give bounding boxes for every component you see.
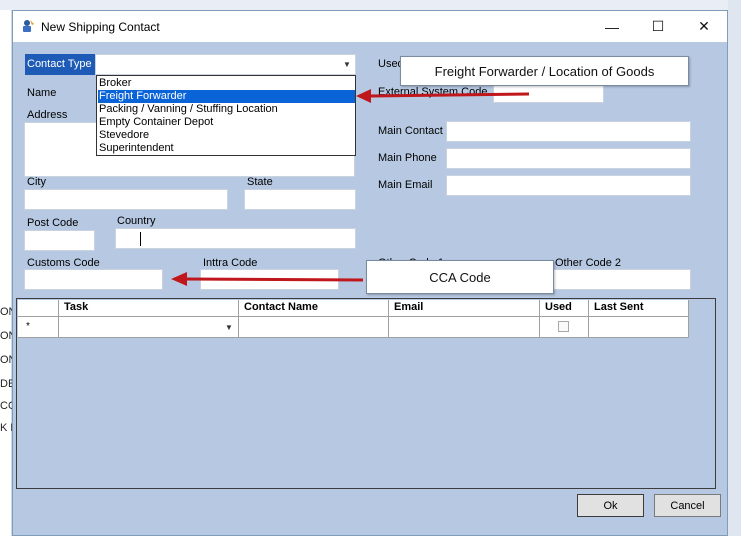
grid-header-email[interactable]: Email [389,300,540,317]
grid-cell-email[interactable] [389,317,540,338]
maximize-button[interactable]: ☐ [635,11,681,42]
title-bar[interactable]: New Shipping Contact — ☐ ✕ [13,11,727,42]
background-app-top-strip [0,0,741,10]
minimize-icon: — [605,18,619,35]
background-app-left-panel [0,0,12,536]
window-title: New Shipping Contact [41,20,160,34]
grid-cell-contact-name[interactable] [239,317,389,338]
arrow-to-freight-forwarder [356,89,530,103]
grid-header-last-sent[interactable]: Last Sent [589,300,689,317]
cancel-button[interactable]: Cancel [654,494,721,517]
new-shipping-contact-window: New Shipping Contact — ☐ ✕ Contact Type … [12,10,728,536]
new-row-marker: * [26,321,30,332]
close-icon: ✕ [698,18,710,34]
arrow-to-customs-code [171,272,364,286]
grid-header-used[interactable]: Used [540,300,589,317]
ok-button[interactable]: Ok [577,494,644,517]
minimize-button[interactable]: — [589,11,635,42]
grid-cell-task[interactable]: ▼ [59,317,239,338]
grid-cell-used [540,317,589,338]
app-icon [21,19,35,33]
tasks-grid: Task Contact Name Email Used Last Sent *… [16,298,716,489]
grid-row-selector[interactable]: * [18,317,59,338]
grid-header-contact-name[interactable]: Contact Name [239,300,389,317]
grid-header-row-selector [18,300,59,317]
grid-header-task[interactable]: Task [59,300,239,317]
dialog-content: Contact Type ▼ Name Address Broker Freig… [13,42,727,535]
maximize-icon: ☐ [651,18,665,34]
used-checkbox[interactable] [558,321,569,332]
chevron-down-icon[interactable]: ▼ [225,323,233,332]
close-button[interactable]: ✕ [681,11,727,42]
grid-cell-last-sent[interactable] [589,317,689,338]
background-app-right-strip [728,0,741,536]
